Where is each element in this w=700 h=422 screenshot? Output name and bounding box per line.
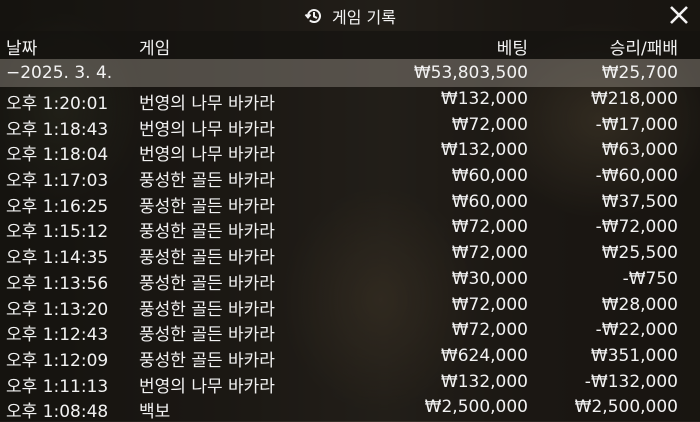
- header-bet[interactable]: 베팅: [497, 34, 528, 59]
- history-row[interactable]: 오후 1:15:12 풍성한 골든 바카라 ₩72,000 -₩72,000: [0, 215, 700, 243]
- row-result: ₩37,500: [601, 191, 678, 212]
- row-bet: ₩132,000: [440, 371, 528, 392]
- row-bet: ₩30,000: [451, 268, 528, 289]
- row-time: 오후 1:14:35: [6, 248, 109, 269]
- row-game: 풍성한 골든 바카라: [139, 171, 275, 192]
- row-game: 풍성한 골든 바카라: [139, 222, 275, 243]
- row-result: -₩60,000: [595, 166, 678, 187]
- row-game: 번영의 나무 바카라: [139, 145, 275, 166]
- title-bar: 게임 기록: [0, 0, 700, 31]
- history-row[interactable]: 오후 1:18:43 번영의 나무 바카라 ₩72,000 -₩17,000: [0, 113, 700, 140]
- history-row[interactable]: 오후 1:12:09 풍성한 골든 바카라 ₩624,000 ₩351,000: [0, 344, 700, 371]
- row-bet: ₩72,000: [451, 243, 528, 264]
- summary-date: −2025. 3. 4.: [6, 63, 113, 83]
- game-history-panel: 게임 기록 날짜 게임 베팅 승리/패배 −2025. 3. 4. ₩53,80…: [0, 0, 700, 422]
- history-row[interactable]: 오후 1:18:04 번영의 나무 바카라 ₩132,000 ₩63,000: [0, 138, 700, 166]
- row-bet: ₩72,000: [451, 320, 528, 341]
- date-summary-row[interactable]: −2025. 3. 4. ₩53,803,500 ₩25,700: [0, 59, 700, 87]
- panel-title: 게임 기록: [332, 7, 396, 27]
- row-time: 오후 1:15:12: [6, 222, 109, 243]
- row-result: -₩17,000: [595, 114, 678, 135]
- row-bet: ₩624,000: [440, 345, 528, 366]
- history-row[interactable]: 오후 1:11:13 번영의 나무 바카라 ₩132,000 -₩132,000: [0, 370, 700, 397]
- row-bet: ₩2,500,000: [424, 397, 528, 418]
- history-row[interactable]: 오후 1:16:25 풍성한 골든 바카라 ₩60,000 ₩37,500: [0, 190, 700, 217]
- row-time: 오후 1:13:56: [6, 273, 109, 294]
- row-time: 오후 1:11:13: [6, 376, 109, 397]
- row-time: 오후 1:16:25: [6, 196, 109, 217]
- row-time: 오후 1:18:43: [6, 119, 109, 140]
- row-result: ₩218,000: [590, 89, 678, 109]
- history-row[interactable]: 오후 1:17:03 풍성한 골든 바카라 ₩60,000 -₩60,000: [0, 164, 700, 192]
- row-game: 번영의 나무 바카라: [139, 376, 275, 397]
- history-row[interactable]: 오후 1:12:43 풍성한 골든 바카라 ₩72,000 -₩22,000: [0, 318, 700, 346]
- row-bet: ₩72,000: [451, 294, 528, 315]
- row-result: -₩22,000: [595, 320, 678, 341]
- close-icon[interactable]: [668, 4, 690, 26]
- row-time: 오후 1:18:04: [6, 145, 109, 166]
- row-time: 오후 1:08:48: [6, 402, 109, 422]
- row-bet: ₩72,000: [451, 114, 528, 135]
- row-result: -₩750: [622, 268, 678, 289]
- summary-result: ₩25,700: [601, 63, 678, 83]
- row-result: ₩28,000: [601, 294, 678, 315]
- row-game: 풍성한 골든 바카라: [139, 248, 275, 269]
- row-game: 백보: [139, 402, 171, 422]
- history-row[interactable]: 오후 1:13:56 풍성한 골든 바카라 ₩30,000 -₩750: [0, 267, 700, 294]
- row-game: 풍성한 골든 바카라: [139, 325, 275, 346]
- row-bet: ₩60,000: [451, 166, 528, 187]
- row-result: ₩25,500: [601, 243, 678, 264]
- column-headers: 날짜 게임 베팅 승리/패배: [0, 31, 700, 59]
- row-game: 풍성한 골든 바카라: [139, 196, 275, 217]
- row-result: -₩72,000: [595, 217, 678, 238]
- row-game: 풍성한 골든 바카라: [139, 273, 275, 294]
- row-bet: ₩132,000: [440, 140, 528, 161]
- row-bet: ₩60,000: [451, 191, 528, 212]
- row-result: ₩351,000: [590, 345, 678, 366]
- row-result: ₩2,500,000: [574, 397, 678, 418]
- row-time: 오후 1:13:20: [6, 299, 109, 320]
- row-result: ₩63,000: [601, 140, 678, 161]
- row-result: -₩132,000: [584, 371, 678, 392]
- row-bet: ₩72,000: [451, 217, 528, 238]
- title-group: 게임 기록: [304, 4, 396, 28]
- history-row[interactable]: 오후 1:13:20 풍성한 골든 바카라 ₩72,000 ₩28,000: [0, 293, 700, 320]
- header-date[interactable]: 날짜: [6, 34, 37, 59]
- history-rows: 오후 1:20:01 번영의 나무 바카라 ₩132,000 ₩218,000 …: [0, 87, 700, 422]
- summary-bet: ₩53,803,500: [413, 63, 528, 83]
- row-game: 번영의 나무 바카라: [139, 119, 275, 140]
- row-game: 번영의 나무 바카라: [139, 94, 275, 114]
- history-icon: [304, 6, 324, 26]
- row-time: 오후 1:20:01: [6, 94, 109, 114]
- header-result[interactable]: 승리/패배: [610, 34, 678, 59]
- row-time: 오후 1:17:03: [6, 171, 109, 192]
- row-time: 오후 1:12:09: [6, 350, 109, 371]
- row-game: 풍성한 골든 바카라: [139, 299, 275, 320]
- row-bet: ₩132,000: [440, 89, 528, 109]
- row-game: 풍성한 골든 바카라: [139, 350, 275, 371]
- header-game[interactable]: 게임: [139, 34, 170, 59]
- row-time: 오후 1:12:43: [6, 325, 109, 346]
- history-row[interactable]: 오후 1:20:01 번영의 나무 바카라 ₩132,000 ₩218,000: [0, 87, 700, 114]
- history-row[interactable]: 오후 1:08:48 백보 ₩2,500,000 ₩2,500,000: [0, 395, 700, 422]
- history-row[interactable]: 오후 1:14:35 풍성한 골든 바카라 ₩72,000 ₩25,500: [0, 241, 700, 269]
